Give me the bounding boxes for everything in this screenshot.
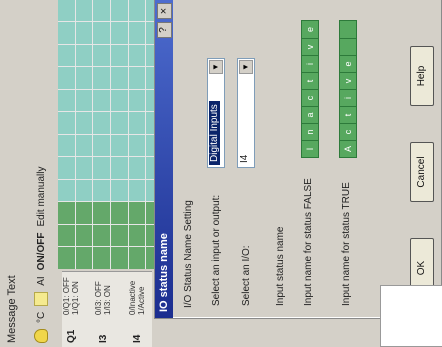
group-title: I/O Status Name Setting — [183, 200, 194, 308]
true-name-field[interactable]: A c t i v e — [339, 20, 357, 158]
screenshot-stage: Message Text °C AI ON/OFF Edit manually … — [0, 0, 442, 347]
input-status-name-label: Input status name — [275, 226, 286, 307]
dialog-titlebar[interactable]: IO status name ? × — [155, 0, 173, 318]
row-label-q1: Q1 — [66, 329, 77, 343]
true-char: A — [340, 140, 356, 157]
false-name-field[interactable]: I n a c t i v e — [301, 20, 319, 158]
dialog-title: IO status name — [158, 233, 170, 312]
false-char: e — [305, 27, 315, 33]
row-i3-on: 1/I3: ON — [103, 285, 112, 315]
false-char: v — [302, 38, 318, 55]
false-char: I — [302, 140, 318, 157]
window-title: Message Text — [6, 275, 18, 343]
true-char: e — [340, 55, 356, 72]
true-char: c — [340, 123, 356, 140]
chevron-down-icon[interactable]: ▼ — [209, 60, 223, 74]
ai-label[interactable]: AI — [36, 276, 47, 285]
chevron-down-icon[interactable]: ▼ — [239, 60, 253, 74]
io-number-select[interactable]: I4 ▼ — [237, 58, 255, 168]
lightbulb-icon[interactable] — [34, 329, 48, 343]
row-i4-active: 1/Active — [137, 286, 146, 315]
color-swatch-icon[interactable] — [34, 291, 48, 306]
select-io-label: Select an input or output: — [211, 194, 222, 306]
onoff-label[interactable]: ON/OFF — [36, 233, 47, 271]
false-char: c — [302, 89, 318, 106]
row-label-i4: I4 — [132, 334, 143, 343]
row-i4-inactive: 0/Inactive — [128, 280, 137, 315]
io-status-dialog: IO status name ? × I/O Status Name Setti… — [154, 0, 442, 319]
false-char: t — [302, 72, 318, 89]
row-q1-off: 0/Q1: OFF — [62, 277, 71, 315]
true-char — [340, 38, 356, 55]
row-q1-on: 1/Q1: ON — [71, 281, 80, 315]
true-name-label: Input name for status TRUE — [341, 182, 352, 306]
help-icon[interactable]: ? — [157, 22, 172, 38]
io-type-value: Digital Inputs — [209, 101, 220, 165]
false-char: i — [302, 55, 318, 72]
row-i3-off: 0/I3: OFF — [94, 281, 103, 315]
true-char — [340, 21, 356, 38]
io-type-select[interactable]: Digital Inputs ▼ — [207, 58, 225, 168]
select-io-number-label: Select an I/O: — [241, 245, 252, 306]
io-number-value: I4 — [239, 154, 250, 163]
false-name-label: Input name for status FALSE — [303, 178, 314, 306]
close-icon[interactable]: × — [157, 3, 172, 19]
cancel-button[interactable]: Cancel — [410, 142, 434, 202]
unit-label[interactable]: °C — [36, 312, 47, 323]
true-char: i — [340, 89, 356, 106]
side-panel — [380, 285, 442, 347]
row-label-i3: I3 — [98, 334, 109, 343]
true-char: t — [340, 106, 356, 123]
upright-canvas: Message Text °C AI ON/OFF Edit manually … — [0, 0, 442, 347]
edit-manually-label[interactable]: Edit manually — [36, 167, 47, 227]
false-char: a — [302, 106, 318, 123]
false-char: n — [302, 123, 318, 140]
true-char: v — [340, 72, 356, 89]
toolbar: °C AI ON/OFF Edit manually — [30, 153, 52, 343]
help-button[interactable]: Help — [410, 46, 434, 106]
